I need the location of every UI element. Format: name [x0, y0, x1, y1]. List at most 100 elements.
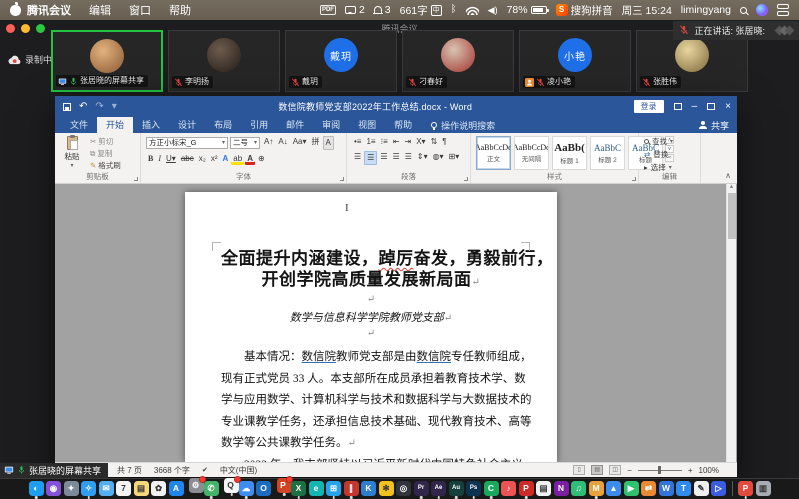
- dock-tencent-docs[interactable]: T: [676, 481, 691, 496]
- find-button[interactable]: 查找▾: [644, 136, 695, 147]
- shading[interactable]: ◍▾: [431, 151, 446, 165]
- print-layout-icon[interactable]: ▤: [591, 465, 603, 475]
- styles-dialog-launcher[interactable]: [632, 177, 636, 181]
- subscript[interactable]: x₂: [197, 153, 208, 165]
- dock-mail[interactable]: ✉: [99, 481, 114, 496]
- dock-launchpad[interactable]: ✦: [64, 481, 79, 496]
- dock-calendar[interactable]: 7: [116, 481, 131, 496]
- font-size-select[interactable]: 二号▾: [230, 137, 260, 149]
- dock-after-effects[interactable]: Ae: [431, 481, 446, 496]
- tab-视图[interactable]: 视图: [349, 117, 385, 133]
- clock[interactable]: 周三 15:24: [622, 3, 672, 18]
- dock-system-preferences[interactable]: ⚙: [189, 478, 204, 493]
- dock-outlook[interactable]: O: [256, 481, 271, 496]
- dock-app-store[interactable]: A: [169, 481, 184, 496]
- wifi-icon[interactable]: [466, 6, 479, 15]
- menubar-menu-0[interactable]: 腾讯会议: [27, 2, 71, 18]
- zoom-in-icon[interactable]: +: [688, 466, 693, 475]
- minimize-button[interactable]: –: [692, 102, 698, 112]
- dock-photoshop[interactable]: Ps: [466, 481, 481, 496]
- dock-file-transfer[interactable]: ⇄: [641, 481, 656, 496]
- align-right[interactable]: ☰: [378, 151, 389, 165]
- dock-potplayer[interactable]: ◎: [396, 481, 411, 496]
- line-spacing[interactable]: ⇕▾: [415, 151, 430, 165]
- dock-safari[interactable]: ✧: [81, 481, 96, 496]
- dock-qq[interactable]: Q: [224, 478, 239, 493]
- participant-tile[interactable]: 戴玥戴玥: [285, 30, 397, 92]
- underline[interactable]: U▾: [164, 153, 178, 165]
- multilevel-list[interactable]: ⁝≡: [379, 136, 390, 148]
- dock-keynote[interactable]: K: [361, 481, 376, 496]
- show-marks[interactable]: ¶: [440, 136, 448, 148]
- tab-引用[interactable]: 引用: [241, 117, 277, 133]
- paste-button[interactable]: 粘贴 ▾: [60, 136, 84, 172]
- numbering[interactable]: 1≡: [364, 136, 377, 148]
- word-count-status[interactable]: 3668 个字: [154, 465, 190, 476]
- zoom-slider[interactable]: [638, 470, 682, 471]
- enclose-characters[interactable]: ⊕: [256, 153, 267, 165]
- tab-设计[interactable]: 设计: [169, 117, 205, 133]
- tab-文件[interactable]: 文件: [61, 117, 97, 133]
- dock-music[interactable]: ♪: [501, 481, 516, 496]
- highlight[interactable]: ab: [231, 153, 244, 165]
- clipboard-dialog-launcher[interactable]: [134, 177, 138, 181]
- superscript[interactable]: x²: [209, 153, 220, 165]
- word-count-item[interactable]: 661字中: [400, 3, 442, 18]
- proofing-icon[interactable]: ✔: [202, 466, 208, 474]
- tab-帮助[interactable]: 帮助: [385, 117, 421, 133]
- dock-siri[interactable]: ◉: [46, 481, 61, 496]
- zoom-out-icon[interactable]: −: [627, 466, 632, 475]
- zoom-slider-thumb[interactable]: [658, 466, 661, 474]
- dock-audition[interactable]: Au: [449, 481, 464, 496]
- style-无间隔[interactable]: AaBbCcDd无间隔: [514, 136, 549, 170]
- ime-status-item[interactable]: S搜狗拼音: [556, 3, 613, 18]
- character-shading[interactable]: A: [323, 136, 334, 150]
- dock-pdf-expert[interactable]: P: [738, 481, 753, 496]
- notification-status-item[interactable]: 3: [374, 4, 391, 16]
- page-count[interactable]: 共 7 页: [117, 465, 142, 476]
- dock-finder[interactable]: ◐: [29, 481, 44, 496]
- replace-button[interactable]: ⇄替换: [644, 149, 695, 160]
- scrollbar-thumb[interactable]: [728, 193, 736, 239]
- dock-camtasia[interactable]: C: [484, 481, 499, 496]
- font-color[interactable]: A: [245, 153, 255, 165]
- zoom-percent[interactable]: 100%: [699, 466, 719, 475]
- tab-审阅[interactable]: 审阅: [313, 117, 349, 133]
- dock-premiere-pro[interactable]: Pr: [414, 481, 429, 496]
- dock-powerpoint[interactable]: P: [277, 478, 292, 493]
- phonetic-guide[interactable]: 拼: [310, 136, 322, 150]
- dock-excel[interactable]: X: [291, 481, 306, 496]
- pdf-status-item[interactable]: PDF: [320, 5, 336, 15]
- language-status[interactable]: 中文(中国): [220, 465, 257, 476]
- read-mode-icon[interactable]: ▯: [573, 465, 585, 475]
- dock-trash[interactable]: ▥: [756, 481, 771, 496]
- apple-icon[interactable]: [10, 5, 21, 16]
- menubar-menu-3[interactable]: 帮助: [169, 2, 191, 18]
- document-canvas[interactable]: 全面提升内涵建设，踔厉奋发，勇毅前行，开创学院高质量发展新局面↵↵数学与信息科学…: [55, 184, 737, 462]
- paragraph-dialog-launcher[interactable]: [464, 177, 468, 181]
- copy-button[interactable]: ⧉复制: [90, 148, 121, 159]
- bluetooth-icon[interactable]: ᛒ: [451, 5, 457, 15]
- tell-me-search[interactable]: 操作说明搜索: [431, 119, 495, 132]
- align-left[interactable]: ☰: [352, 151, 363, 165]
- style-正文[interactable]: AaBbCcDd正文: [476, 136, 511, 170]
- dock-windows[interactable]: ⊞: [326, 481, 341, 496]
- font-dialog-launcher[interactable]: [340, 177, 344, 181]
- collapse-ribbon-icon[interactable]: ∧: [725, 171, 731, 180]
- ribbon-display-options-icon[interactable]: [674, 103, 682, 110]
- align-center[interactable]: ☰: [364, 151, 377, 165]
- share-button[interactable]: 共享: [699, 119, 729, 132]
- tab-开始[interactable]: 开始: [97, 117, 133, 133]
- dock-baidu-netdisk[interactable]: ▲: [606, 481, 621, 496]
- grow-font[interactable]: A↑: [262, 136, 275, 150]
- save-icon[interactable]: [63, 103, 71, 111]
- dock-wps-office[interactable]: W: [659, 481, 674, 496]
- format-painter-button[interactable]: ✎格式刷: [90, 160, 121, 171]
- tab-邮件[interactable]: 邮件: [277, 117, 313, 133]
- sign-in-button[interactable]: 登录: [634, 100, 664, 113]
- chat-status-item[interactable]: 2: [345, 4, 365, 16]
- style-标题 1[interactable]: AaBb(标题 1: [552, 136, 587, 170]
- vertical-scrollbar[interactable]: ▲: [726, 184, 736, 462]
- dock-video-player[interactable]: ▶: [624, 481, 639, 496]
- web-layout-icon[interactable]: ◫: [609, 465, 621, 475]
